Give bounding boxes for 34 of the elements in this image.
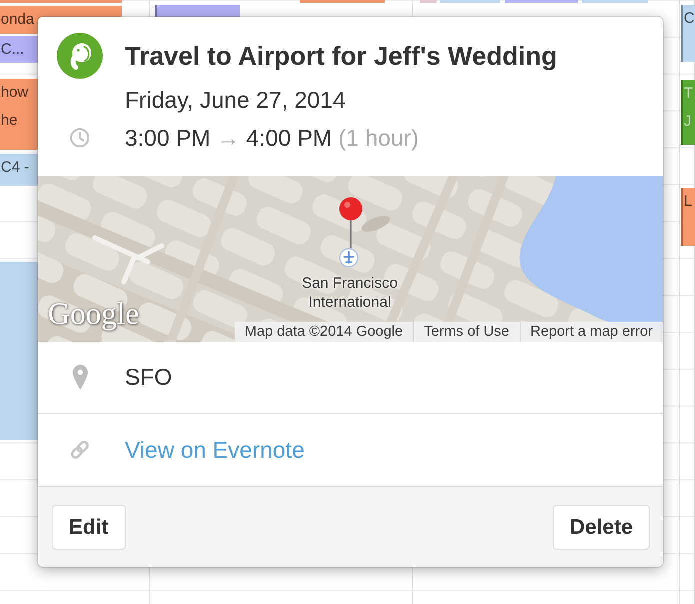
event-location: SFO xyxy=(125,364,172,391)
attribution-link[interactable]: Report a map error xyxy=(520,322,663,342)
event-text: C... xyxy=(1,40,24,60)
map-pin-icon xyxy=(339,197,363,248)
event-text: J xyxy=(684,112,692,132)
event-text: C4 - xyxy=(1,158,30,178)
delete-button[interactable]: Delete xyxy=(552,505,650,550)
elephant-icon xyxy=(57,33,103,79)
event-text: L xyxy=(684,192,692,212)
location-pin-icon xyxy=(72,365,88,390)
event-date: Friday, June 27, 2014 xyxy=(125,87,346,113)
calendar-event[interactable] xyxy=(300,0,385,3)
calendar-event[interactable] xyxy=(505,0,578,3)
clock-icon xyxy=(70,128,90,148)
calendar-event[interactable] xyxy=(0,0,122,3)
calendar-event[interactable]: L xyxy=(681,188,695,246)
calendar-event[interactable] xyxy=(420,0,437,3)
event-title: Travel to Airport for Jeff's Wedding xyxy=(125,40,558,72)
calendar-event[interactable]: C xyxy=(681,5,695,62)
map-place-label: San Francisco International xyxy=(301,274,399,312)
calendar-event[interactable] xyxy=(440,0,500,3)
plane-icon xyxy=(339,248,359,268)
event-text: he xyxy=(1,111,18,131)
edit-button[interactable]: Edit xyxy=(52,505,126,550)
event-text: T xyxy=(684,84,694,104)
event-time: 3:00 PM → 4:00 PM (1 hour) xyxy=(125,125,420,151)
calendar-event[interactable] xyxy=(582,0,648,3)
event-text: C xyxy=(684,9,695,29)
map-logo: Google xyxy=(48,296,140,332)
event-text: onda xyxy=(1,10,34,30)
attribution-link[interactable]: Map data ©2014 Google xyxy=(234,322,414,342)
attribution-link[interactable]: Terms of Use xyxy=(413,322,520,342)
event-text: how xyxy=(1,83,29,103)
link-icon xyxy=(69,439,91,461)
